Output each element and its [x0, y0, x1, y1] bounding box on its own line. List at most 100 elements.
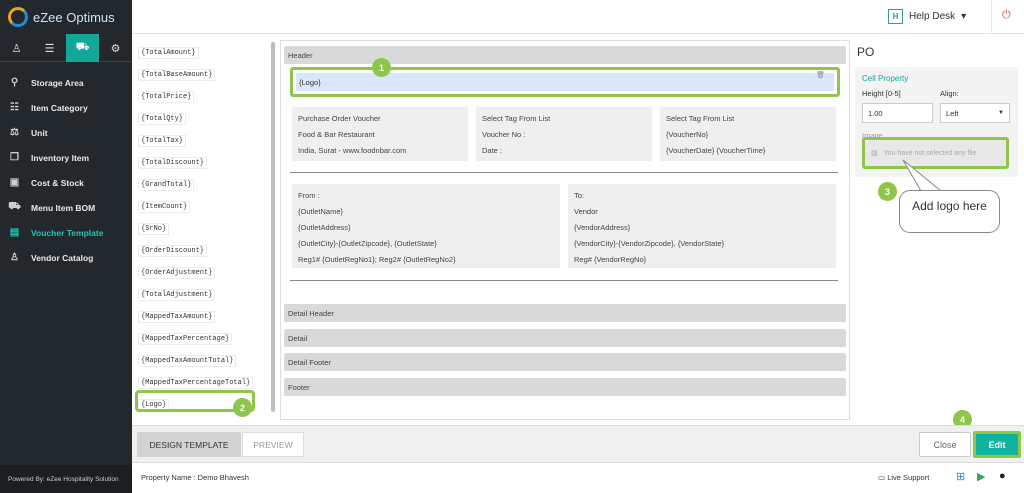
tag-text: {TotalQty} [138, 113, 187, 125]
list-icon: ☷ [10, 102, 19, 113]
align-label: Align: [940, 89, 959, 98]
sidebar-item-label: Vendor Catalog [31, 252, 94, 263]
cart-icon[interactable]: ⛟ [66, 34, 99, 62]
tag-item[interactable]: {TotalAmount} [138, 42, 270, 64]
sidebar-item-item-category[interactable]: ☷ Item Category [0, 95, 132, 120]
step-marker-1: 1 [372, 58, 391, 77]
sidebar-item-label: Menu Item BOM [31, 202, 96, 213]
from-cell[interactable]: From : {OutletName} {OutletAddress} {Out… [292, 184, 560, 268]
section-detail[interactable]: Detail [284, 329, 846, 347]
sidebar-item-label: Storage Area [31, 77, 84, 88]
section-footer[interactable]: Footer [284, 378, 846, 396]
cell-line: Select Tag From List [666, 114, 735, 123]
tag-text: {TotalPrice} [138, 91, 195, 103]
trash-icon[interactable]: 🗑 [816, 71, 825, 79]
topbar-divider [991, 0, 992, 34]
divider-line [290, 280, 838, 281]
tag-item[interactable]: {TotalPrice} [138, 86, 270, 108]
sidebar-item-voucher-template[interactable]: ▤ Voucher Template [0, 220, 132, 245]
sidebar-item-vendor-catalog[interactable]: ♙ Vendor Catalog [0, 245, 132, 270]
tag-item[interactable]: {OrderDiscount} [138, 240, 270, 262]
location-pin-icon: ⚲ [10, 77, 19, 88]
gear-icon[interactable]: ⚙ [99, 34, 132, 62]
sidebar-item-label: Unit [31, 127, 48, 138]
tag-item[interactable]: {TotalBaseAmount} [138, 64, 270, 86]
help-desk-menu[interactable]: H Help Desk ▾ [888, 9, 966, 24]
tag-item[interactable]: {ItemCount} [138, 196, 270, 218]
sidebar-item-inventory-item[interactable]: ❒ Inventory Item [0, 145, 132, 170]
close-button[interactable]: Close [919, 432, 971, 457]
cell-property-title: Cell Property [862, 74, 909, 83]
cell-line: {VoucherDate} {VoucherTime} [666, 146, 766, 155]
sidebar-item-label: Voucher Template [31, 227, 104, 238]
tag-text: {TotalTax} [138, 135, 187, 147]
height-input[interactable]: 1.00 [862, 103, 933, 123]
windows-icon[interactable]: ⊞ [956, 470, 965, 483]
tag-text: {OrderDiscount} [138, 245, 208, 257]
app-name: eZee Optimus [33, 9, 115, 25]
tag-list-scrollbar[interactable] [271, 42, 275, 412]
align-select[interactable]: Left ▼ [940, 103, 1010, 123]
tag-text: {SrNo} [138, 223, 170, 235]
tag-item[interactable]: {TotalAdjustment} [138, 284, 270, 306]
to-cell[interactable]: To: Vendor {VendorAddress} {VendorCity}-… [568, 184, 836, 268]
cell-line: {OutletName} [298, 207, 344, 216]
cell-line: Voucher No : [482, 130, 526, 139]
person-icon: ♙ [10, 252, 19, 263]
divider-line [290, 172, 838, 173]
cell-line: Select Tag From List [482, 114, 551, 123]
user-icon[interactable]: ♙ [0, 34, 33, 62]
sidebar-item-cost-stock[interactable]: ▣ Cost & Stock [0, 170, 132, 195]
tag-text: {MappedTaxAmountTotal} [138, 355, 237, 367]
image-placeholder: You have not selected any file [883, 149, 977, 157]
apple-icon[interactable]: ● [999, 470, 1006, 482]
section-header[interactable]: Header [284, 46, 846, 64]
cell-line: From : [298, 191, 320, 200]
sidebar-item-label: Cost & Stock [31, 177, 84, 188]
edit-button[interactable]: Edit [973, 431, 1021, 458]
sidebar-item-label: Inventory Item [31, 152, 90, 163]
tag-item[interactable]: {TotalQty} [138, 108, 270, 130]
tag-item[interactable]: {MappedTaxAmountTotal} [138, 350, 270, 372]
tag-item[interactable]: {TotalTax} [138, 130, 270, 152]
voucher-label-cell[interactable]: Select Tag From List Voucher No : Date : [476, 107, 652, 161]
tag-item[interactable]: {MappedTaxPercentage} [138, 328, 270, 350]
tag-item[interactable]: {OrderAdjustment} [138, 262, 270, 284]
tag-text: {MappedTaxAmount} [138, 311, 216, 323]
live-support-label: Live Support [887, 473, 930, 482]
section-detail-header[interactable]: Detail Header [284, 304, 846, 322]
cell-line: Reg1# {OutletRegNo1}; Reg2# {OutletRegNo… [298, 255, 456, 264]
menu-icon[interactable]: ☰ [33, 34, 66, 62]
image-icon: ▨ [871, 150, 878, 157]
sidebar-item-unit[interactable]: ⚖ Unit [0, 120, 132, 145]
cell-line: {VendorCity}-{VendorZipcode}, {VendorSta… [574, 239, 725, 248]
google-play-icon[interactable]: ▶ [977, 470, 985, 483]
cell-line: Food & Bar Restaurant [298, 130, 375, 139]
cell-line: {VendorAddress} [574, 223, 631, 232]
sidebar-item-menu-item-bom[interactable]: ⛟ Menu Item BOM [0, 195, 132, 220]
tag-text: {MappedTaxPercentageTotal} [138, 377, 254, 389]
sidebar-item-storage-area[interactable]: ⚲ Storage Area [0, 70, 132, 95]
cart-icon: ⛟ [8, 201, 21, 212]
section-detail-footer[interactable]: Detail Footer [284, 353, 846, 371]
chevron-down-icon: ▼ [998, 110, 1004, 116]
tag-item[interactable]: {SrNo} [138, 218, 270, 240]
app-logo[interactable]: eZee Optimus [0, 0, 132, 34]
sidebar-icon-tabs: ♙ ☰ ⛟ ⚙ [0, 34, 132, 62]
chevron-down-icon: ▾ [961, 11, 967, 22]
company-info-cell[interactable]: Purchase Order Voucher Food & Bar Restau… [292, 107, 468, 161]
voucher-value-cell[interactable]: Select Tag From List {VoucherNo} {Vouche… [660, 107, 836, 161]
tag-item[interactable]: {MappedTaxAmount} [138, 306, 270, 328]
cell-line: India, Surat - www.foodnbar.com [298, 146, 407, 155]
power-icon[interactable]: ⏻ [1002, 9, 1011, 22]
tag-item[interactable]: {GrandTotal} [138, 174, 270, 196]
tag-item[interactable]: {TotalDiscount} [138, 152, 270, 174]
cell-line: Reg# {VendorRegNo} [574, 255, 647, 264]
help-badge-icon: H [888, 9, 903, 24]
tab-design-template[interactable]: DESIGN TEMPLATE [137, 432, 241, 457]
align-select-value: Left [946, 108, 959, 118]
live-support-link[interactable]: ▭ Live Support [878, 473, 929, 482]
sidebar: eZee Optimus ♙ ☰ ⛟ ⚙ ⚲ Storage Area ☷ Item… [0, 0, 132, 493]
tab-preview[interactable]: PREVIEW [242, 432, 304, 457]
app-root: eZee Optimus ♙ ☰ ⛟ ⚙ ⚲ Storage Area ☷ Item… [0, 0, 1024, 493]
